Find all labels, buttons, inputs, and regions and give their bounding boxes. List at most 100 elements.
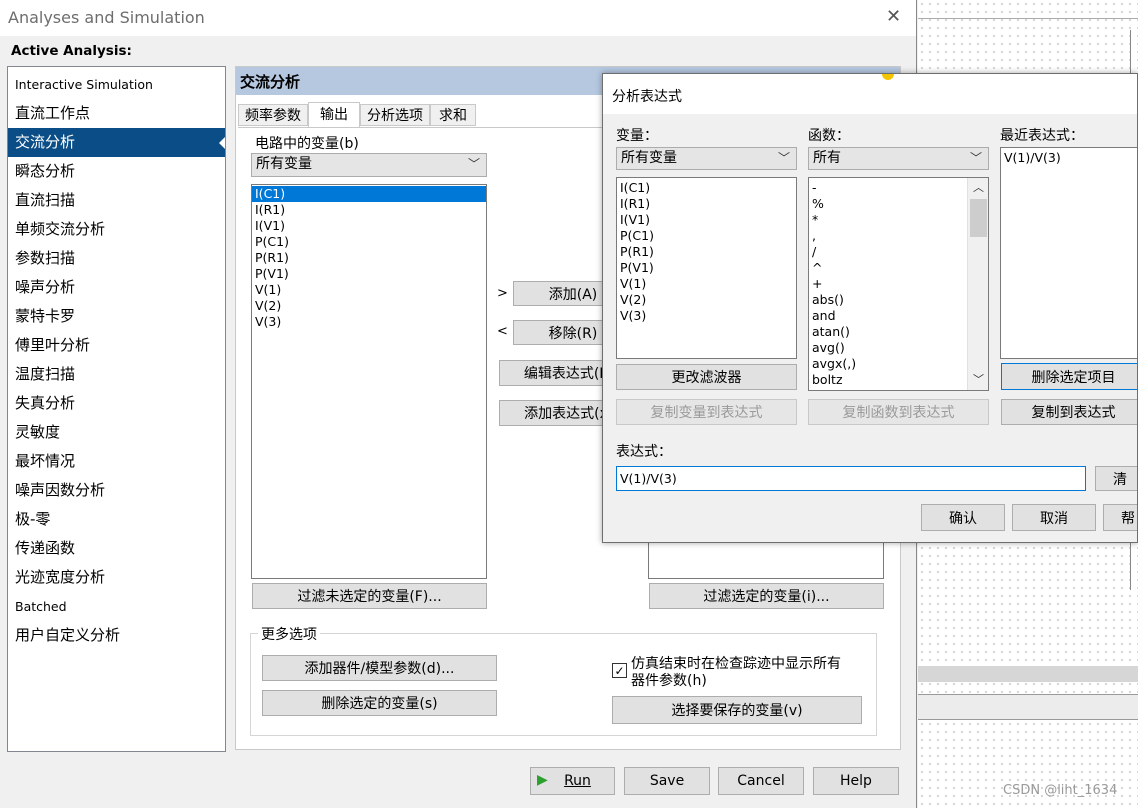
dialog-variables-filter[interactable]: 所有变量 ﹀ — [616, 147, 797, 170]
list-item[interactable]: P(C1) — [252, 234, 486, 250]
dialog-variables-list[interactable]: I(C1) I(R1) I(V1) P(C1) P(R1) P(V1) V(1) V(2) V(… — [616, 177, 797, 359]
analysis-item[interactable]: 单频交流分析 — [8, 215, 225, 244]
dialog-cancel-button[interactable]: 取消 — [1012, 504, 1096, 531]
list-item[interactable]: atan() — [809, 324, 988, 340]
copy-function-button[interactable]: 复制函数到表达式 — [808, 399, 989, 425]
analysis-item[interactable]: Interactive Simulation — [8, 70, 225, 99]
analysis-item[interactable]: 瞬态分析 — [8, 157, 225, 186]
delete-selected-item-button[interactable]: 删除选定项目 — [1001, 363, 1137, 390]
close-icon[interactable]: ✕ — [886, 6, 901, 27]
expression-dialog-title: 分析表达式 — [612, 89, 682, 105]
title-bar: Analyses and Simulation ✕ — [0, 0, 916, 36]
save-button[interactable]: Save — [624, 767, 710, 795]
analysis-item[interactable]: 直流扫描 — [8, 186, 225, 215]
analysis-item[interactable]: 交流分析 — [8, 128, 225, 157]
list-item[interactable]: P(R1) — [617, 244, 796, 260]
circuit-vars-rows: I(C1) I(R1) I(V1) P(C1) P(R1) P(V1) V(1) V(2) V(… — [252, 186, 486, 330]
analysis-item[interactable]: 参数扫描 — [8, 244, 225, 273]
analysis-item[interactable]: 光迹宽度分析 — [8, 563, 225, 592]
list-item[interactable]: I(C1) — [617, 180, 796, 196]
dialog-functions-label: 函数： — [808, 128, 850, 144]
select-save-vars-button[interactable]: 选择要保存的变量(v) — [612, 696, 862, 724]
analysis-item[interactable]: 灵敏度 — [8, 418, 225, 447]
list-item[interactable]: P(R1) — [252, 250, 486, 266]
list-item[interactable]: I(V1) — [617, 212, 796, 228]
list-item[interactable]: I(V1) — [252, 218, 486, 234]
list-item[interactable]: V(1) — [617, 276, 796, 292]
list-item[interactable]: , — [809, 228, 988, 244]
cancel-button[interactable]: Cancel — [718, 767, 804, 795]
list-item[interactable]: avgx(,) — [809, 356, 988, 372]
analysis-item[interactable]: 最坏情况 — [8, 447, 225, 476]
analysis-item[interactable]: 噪声分析 — [8, 273, 225, 302]
dialog-ok-button[interactable]: 确认 — [921, 504, 1005, 531]
dialog-help-button[interactable]: 帮 — [1103, 504, 1137, 531]
change-filter-button[interactable]: 更改滤波器 — [616, 364, 797, 390]
tab-frequency-params[interactable]: 频率参数 — [238, 104, 308, 126]
analysis-item[interactable]: 蒙特卡罗 — [8, 302, 225, 331]
dialog-recent-list[interactable]: V(1)/V(3) — [1000, 147, 1137, 359]
clear-button[interactable]: 清 — [1095, 466, 1137, 491]
analysis-item[interactable]: 失真分析 — [8, 389, 225, 418]
analysis-item[interactable]: 用户自定义分析 — [8, 621, 225, 650]
list-item[interactable]: V(2) — [252, 298, 486, 314]
filter-unselected-button[interactable]: 过滤未选定的变量(F)... — [252, 583, 487, 609]
list-item[interactable]: V(1) — [252, 282, 486, 298]
analysis-item[interactable]: 直流工作点 — [8, 99, 225, 128]
selected-vars-list[interactable] — [648, 537, 884, 579]
dialog-functions-list[interactable]: -% *, / ^ + abs() and atan() avg() avgx(,) boltz ︿… — [808, 177, 989, 391]
circuit-vars-filter[interactable]: 所有变量 ﹀ — [251, 153, 487, 177]
list-item[interactable]: P(C1) — [617, 228, 796, 244]
list-item[interactable]: P(V1) — [252, 266, 486, 282]
copy-to-expression-button[interactable]: 复制到表达式 — [1001, 399, 1137, 425]
list-item[interactable]: / — [809, 244, 988, 260]
add-device-param-button[interactable]: 添加器件/模型参数(d)... — [262, 655, 497, 681]
copy-variable-button[interactable]: 复制变量到表达式 — [616, 399, 797, 425]
list-item[interactable]: V(3) — [252, 314, 486, 330]
analysis-list-items: Interactive Simulation 直流工作点 交流分析 瞬态分析 直流扫描单… — [8, 70, 225, 650]
list-item[interactable]: P(V1) — [617, 260, 796, 276]
window-title: Analyses and Simulation — [8, 8, 205, 27]
list-item[interactable]: V(2) — [617, 292, 796, 308]
functions-scrollbar[interactable]: ︿ ﹀ — [967, 178, 988, 390]
list-item[interactable]: * — [809, 212, 988, 228]
scroll-up-icon[interactable]: ︿ — [973, 179, 984, 195]
list-item[interactable]: - — [809, 180, 988, 196]
tab-analysis-options[interactable]: 分析选项 — [360, 104, 430, 126]
analysis-item[interactable]: 极-零 — [8, 505, 225, 534]
tab-sum[interactable]: 求和 — [430, 104, 476, 126]
list-item[interactable]: I(R1) — [252, 202, 486, 218]
analysis-item[interactable]: 温度扫描 — [8, 360, 225, 389]
analysis-item[interactable]: 噪声因数分析 — [8, 476, 225, 505]
filter-selected-button[interactable]: 过滤选定的变量(i)... — [649, 583, 884, 609]
dialog-recent-rows: V(1)/V(3) — [1001, 150, 1137, 166]
show-all-checkbox[interactable]: ✓ — [612, 663, 627, 678]
list-item[interactable]: I(C1) — [252, 186, 486, 202]
scroll-thumb[interactable] — [970, 199, 987, 237]
list-item[interactable]: V(1)/V(3) — [1001, 150, 1137, 166]
list-item[interactable]: I(R1) — [617, 196, 796, 212]
workspace-status-bar — [918, 694, 1138, 720]
analysis-item[interactable]: Batched — [8, 592, 225, 621]
scroll-down-icon[interactable]: ﹀ — [973, 371, 984, 387]
circuit-vars-list[interactable]: I(C1) I(R1) I(V1) P(C1) P(R1) P(V1) V(1) V(2) V(… — [251, 184, 487, 579]
list-item[interactable]: ^ — [809, 260, 988, 276]
list-item[interactable]: + — [809, 276, 988, 292]
analysis-item[interactable]: 传递函数 — [8, 534, 225, 563]
list-item[interactable]: and — [809, 308, 988, 324]
dialog-recent-label: 最近表达式： — [1000, 128, 1084, 144]
circuit-vars-label: 电路中的变量(b) — [255, 136, 359, 152]
help-button[interactable]: Help — [813, 767, 899, 795]
delete-selected-var-button[interactable]: 删除选定的变量(s) — [262, 690, 497, 716]
expression-input[interactable]: V(1)/V(3) — [616, 466, 1086, 491]
analysis-item[interactable]: 傅里叶分析 — [8, 331, 225, 360]
dialog-functions-filter[interactable]: 所有 ﹀ — [808, 147, 989, 170]
list-item[interactable]: boltz — [809, 372, 988, 388]
tab-output[interactable]: 输出 — [308, 102, 360, 128]
list-item[interactable]: % — [809, 196, 988, 212]
workspace-scroll-bar — [918, 666, 1138, 682]
list-item[interactable]: abs() — [809, 292, 988, 308]
list-item[interactable]: avg() — [809, 340, 988, 356]
run-button[interactable]: ▶ Run — [530, 767, 615, 795]
list-item[interactable]: V(3) — [617, 308, 796, 324]
